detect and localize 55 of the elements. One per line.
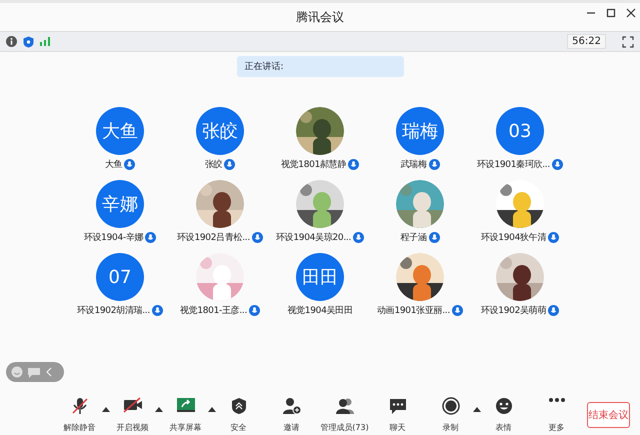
shield-icon (230, 397, 246, 415)
participant-name: 环设1901秦珂欣... (477, 158, 550, 171)
participant-name: 视觉1801郝慧静 (280, 158, 346, 171)
toolbar-button[interactable]: 管理成员(73) (322, 397, 367, 433)
toolbar-button[interactable]: 更多 (534, 397, 579, 433)
avatar: 03 (496, 107, 544, 155)
participant-name: 张皎 (204, 158, 222, 171)
shield-icon[interactable] (23, 36, 34, 48)
participant-name: 程子涵 (400, 232, 427, 244)
participant-name: 视觉1801-王彦... (180, 304, 248, 317)
participant-name: 环设1902胡清瑞... (77, 304, 150, 317)
participant-name: 环设1904狄午清 (480, 232, 546, 244)
toolbar-button[interactable]: 聊天 (375, 397, 420, 433)
microphone-off-icon (72, 397, 88, 415)
avatar: 大鱼 (96, 107, 144, 155)
more-icon (548, 397, 566, 403)
speaking-indicator: 正在讲话: (236, 56, 404, 77)
avatar: 07 (96, 253, 144, 301)
avatar: 张皎 (196, 107, 244, 155)
participant-name: 视觉1904吴田田 (287, 304, 353, 317)
avatar: 辛娜 (96, 180, 144, 228)
chat-icon (388, 397, 406, 415)
avatar: 田田 (296, 253, 344, 301)
end-meeting-button[interactable]: 结束会议 (587, 402, 630, 428)
meeting-timer: 56:22 (567, 34, 606, 49)
participant-name: 环设1902吕青松... (177, 232, 250, 244)
avatar: 瑞梅 (396, 107, 444, 155)
maximize-icon[interactable] (606, 8, 616, 18)
toolbar-button[interactable]: 录制 (428, 397, 473, 433)
toolbar-button[interactable]: 安全 (216, 397, 261, 433)
fullscreen-icon[interactable] (622, 36, 634, 48)
people-icon (334, 397, 354, 415)
camera-off-icon (122, 397, 142, 413)
record-icon (442, 397, 460, 415)
toolbar-button[interactable]: 开启视频 (110, 397, 155, 433)
toolbar-button[interactable]: 解除静音 (57, 397, 102, 433)
participant-name: 大鱼 (104, 158, 122, 171)
info-icon[interactable] (6, 36, 17, 47)
participant-name: 环设1902吴萌萌 (480, 304, 546, 317)
toolbar-button[interactable]: 表情 (481, 397, 526, 433)
caret-icon[interactable] (473, 407, 481, 412)
participant-name: 武瑞梅 (400, 158, 427, 171)
toolbar-button[interactable]: 邀请 (269, 397, 314, 433)
toolbar-button[interactable]: 共享屏幕 (163, 397, 208, 433)
participant-name: 动画1901张亚丽... (377, 304, 450, 317)
caret-icon[interactable] (155, 407, 163, 412)
participant-name: 环设1904-辛娜 (84, 232, 144, 244)
caret-icon[interactable] (102, 407, 110, 412)
window-title: 腾讯会议 (296, 8, 344, 26)
close-icon[interactable] (626, 8, 636, 18)
screen-share-icon (176, 397, 196, 413)
participant-name: 环设1904吴琼20... (276, 232, 352, 244)
smiley-icon (494, 397, 512, 415)
add-person-icon (282, 397, 300, 415)
caret-icon[interactable] (208, 407, 216, 412)
